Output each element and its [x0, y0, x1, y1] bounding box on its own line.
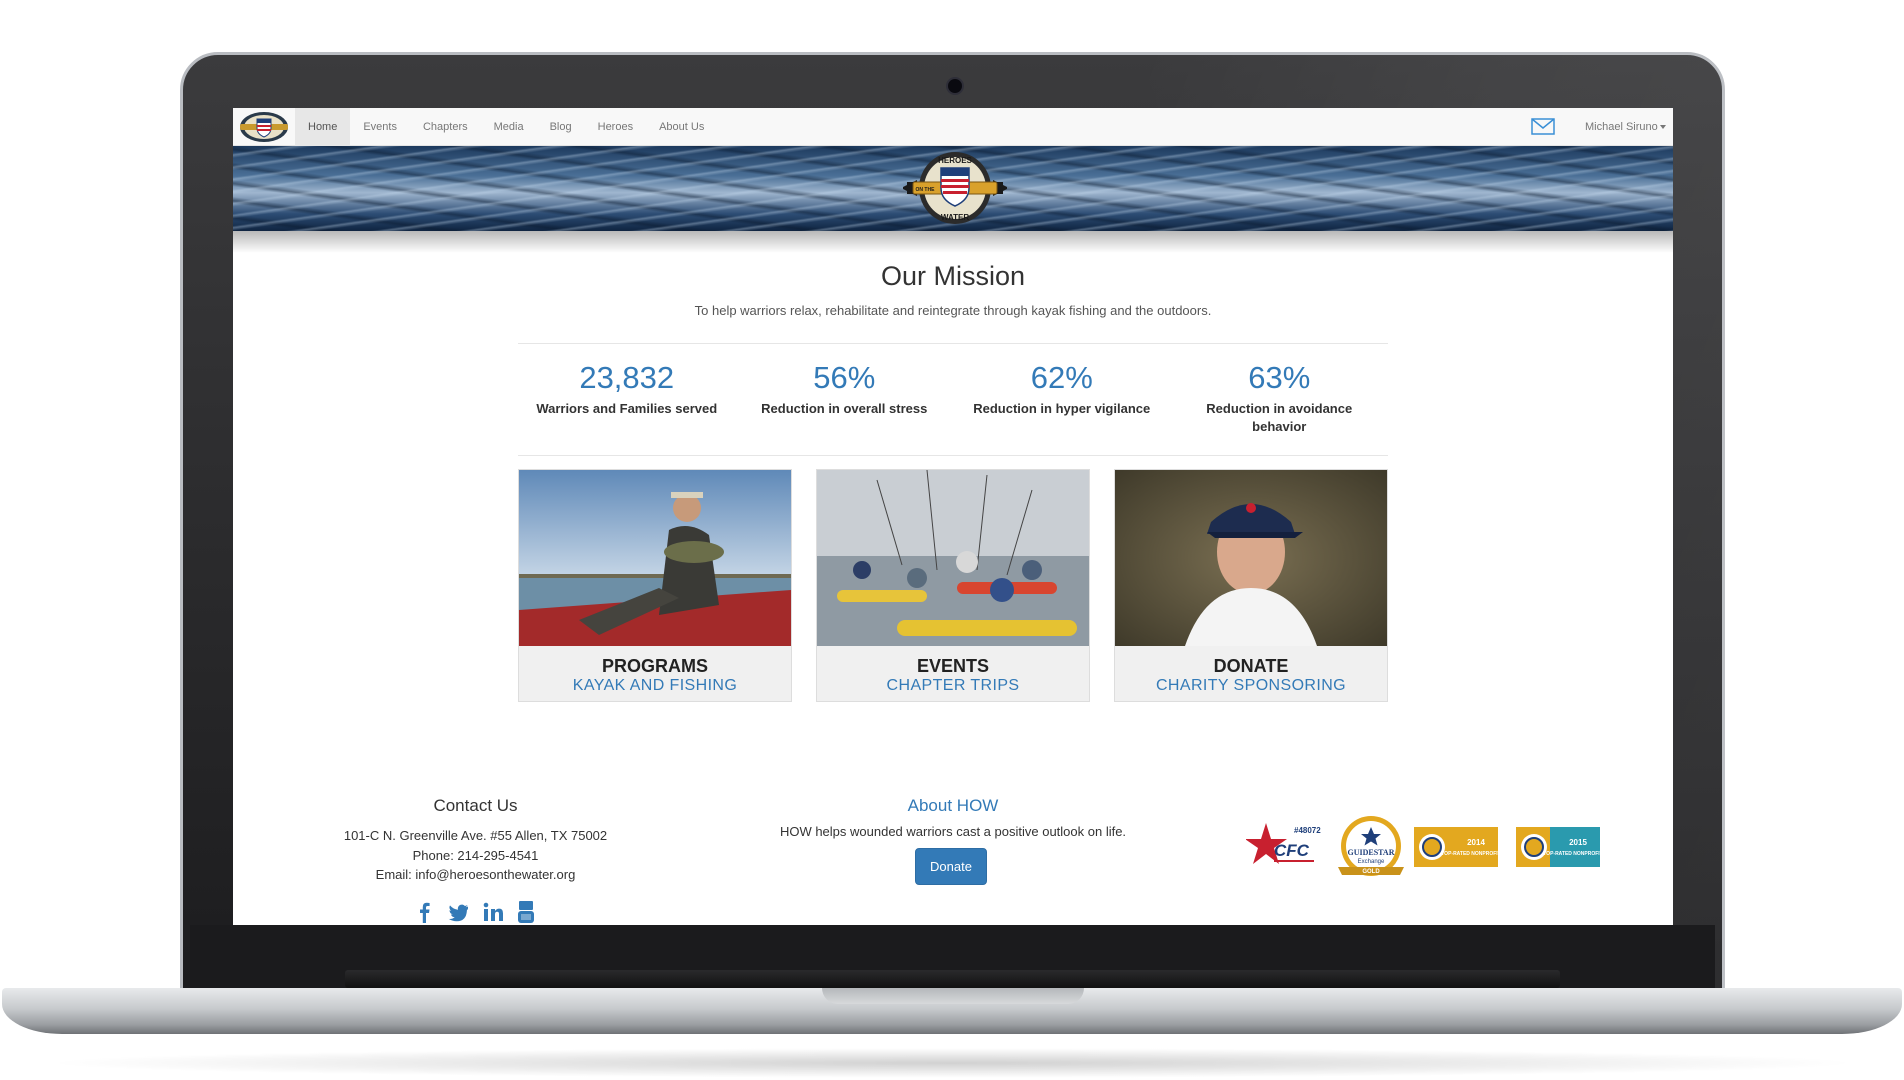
stat-value: 62%: [1030, 360, 1093, 395]
contact-phone: Phone: 214-295-4541: [412, 848, 539, 863]
accreditation-badges: #48072 CFC GUIDESTAR Exchange GOLD 2014 …: [1246, 816, 1603, 876]
card-subtitle: CHAPTER TRIPS: [886, 677, 1020, 694]
linkedin-icon[interactable]: [483, 901, 503, 923]
gn-2015-text: TOP-RATED NONPROFIT: [1543, 851, 1603, 857]
gn-2014-text: TOP-RATED NONPROFIT: [1441, 851, 1501, 857]
nav-item-blog[interactable]: Blog: [537, 108, 585, 146]
stat-hyper-vigilance: 62% Reduction in hyper vigilance: [953, 360, 1171, 436]
donate-photo: [1115, 470, 1387, 646]
base-notch: [822, 988, 1084, 1004]
nav-item-chapters[interactable]: Chapters: [410, 108, 481, 146]
nav-item-heroes[interactable]: Heroes: [585, 108, 646, 146]
heroes-on-the-water-logo: HEROES ON THE WATER: [903, 152, 1007, 224]
stats-row: 23,832 Warriors and Families served 56% …: [518, 360, 1388, 436]
laptop-shadow: [40, 1048, 1864, 1078]
cfc-number: #48072: [1294, 826, 1321, 835]
feature-cards: PROGRAMS KAYAK AND FISHING EVENTS CHAPTE…: [518, 469, 1388, 702]
card-donate[interactable]: DONATE CHARITY SPONSORING: [1114, 469, 1388, 702]
guidestar-sub: Exchange: [1358, 859, 1385, 865]
contact-title: Contact Us: [433, 796, 518, 815]
gn-2014-year: 2014: [1467, 838, 1485, 847]
card-subtitle: CHARITY SPONSORING: [1155, 677, 1347, 694]
great-nonprofits-2014-badge[interactable]: 2014 TOP-RATED NONPROFIT: [1414, 827, 1501, 867]
card-programs[interactable]: PROGRAMS KAYAK AND FISHING: [518, 469, 792, 702]
nav-item-about-us[interactable]: About Us: [646, 108, 717, 146]
caret-down-icon: [1659, 125, 1666, 130]
nav-menu: Home Events Chapters Media Blog Heroes A…: [295, 108, 717, 146]
divider-bottom: [518, 455, 1388, 456]
great-nonprofits-2015-badge[interactable]: 2015 TOP-RATED NONPROFIT: [1516, 827, 1603, 867]
programs-photo: [519, 470, 791, 646]
card-title: EVENTS: [916, 656, 990, 676]
nav-item-home[interactable]: Home: [295, 108, 351, 146]
nav-item-media[interactable]: Media: [481, 108, 537, 146]
contact-email[interactable]: Email: info@heroesonthewater.org: [233, 867, 718, 882]
facebook-icon[interactable]: [417, 901, 433, 923]
divider-top: [518, 343, 1388, 344]
banner-shadow: [233, 231, 1673, 253]
stat-value: 56%: [813, 360, 876, 395]
about-text: HOW helps wounded warriors cast a positi…: [779, 824, 1127, 839]
top-navbar: Home Events Chapters Media Blog Heroes A…: [233, 108, 1673, 146]
cfc-label: CFC: [1274, 841, 1310, 860]
nav-item-events[interactable]: Events: [350, 108, 410, 146]
mission-subtitle: To help warriors relax, rehabilitate and…: [694, 303, 1212, 318]
events-photo: [817, 470, 1089, 646]
user-name: Michael Siruno: [1585, 121, 1658, 133]
stat-value: 63%: [1248, 360, 1311, 395]
twitter-icon[interactable]: [447, 901, 469, 923]
card-subtitle: KAYAK AND FISHING: [572, 677, 738, 694]
gn-2015-year: 2015: [1569, 838, 1587, 847]
social-links: [233, 901, 718, 923]
guidestar-name: GUIDESTAR: [1348, 848, 1395, 857]
card-title: PROGRAMS: [601, 656, 708, 676]
logo-text-water: WATER: [941, 213, 970, 222]
stat-label: Reduction in overall stress: [761, 401, 928, 416]
card-title: DONATE: [1213, 656, 1289, 676]
stat-label: Reduction in hyper vigilance: [973, 401, 1151, 416]
about-title[interactable]: About HOW: [718, 796, 1188, 816]
site-logo[interactable]: [237, 110, 291, 144]
guidestar-gold-badge[interactable]: GUIDESTAR Exchange GOLD: [1338, 816, 1404, 876]
logo-text-on-the: ON THE: [916, 187, 936, 193]
stat-value: 23,832: [579, 360, 675, 395]
stat-overall-stress: 56% Reduction in overall stress: [736, 360, 954, 436]
browser-screen: Home Events Chapters Media Blog Heroes A…: [233, 108, 1673, 925]
stat-avoidance-behavior: 63% Reduction in avoidance behavior: [1171, 360, 1389, 436]
stat-label: Warriors and Families served: [536, 401, 718, 416]
stat-warriors-served: 23,832 Warriors and Families served: [518, 360, 736, 436]
logo-text-heroes: HEROES: [938, 156, 972, 165]
envelope-icon[interactable]: [1531, 118, 1555, 135]
stat-label: Reduction in avoidance behavior: [1206, 401, 1353, 434]
cfc-badge[interactable]: #48072 CFC: [1246, 823, 1321, 864]
bezel-strip: [345, 970, 1560, 988]
user-menu-dropdown[interactable]: Michael Siruno: [1585, 108, 1666, 146]
webcam-icon: [946, 77, 964, 95]
card-events[interactable]: EVENTS CHAPTER TRIPS: [816, 469, 1090, 702]
youtube-icon[interactable]: [517, 901, 535, 923]
guidestar-level: GOLD: [1362, 869, 1380, 875]
mission-title: Our Mission: [880, 261, 1026, 291]
contact-address: 101-C N. Greenville Ave. #55 Allen, TX 7…: [343, 828, 608, 843]
donate-button[interactable]: Donate: [915, 848, 987, 885]
